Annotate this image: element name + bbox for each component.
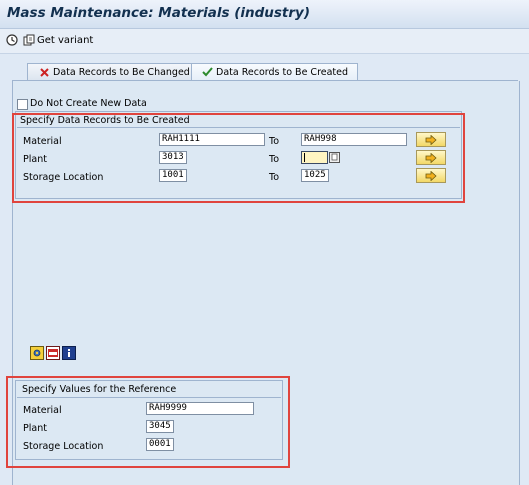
do-not-create-checkbox[interactable] bbox=[17, 99, 28, 110]
info-button[interactable] bbox=[62, 346, 76, 360]
highlight-box-reference bbox=[6, 376, 290, 468]
execute-clock-icon[interactable] bbox=[6, 34, 18, 46]
green-check-icon bbox=[202, 67, 213, 77]
settings-button[interactable] bbox=[30, 346, 44, 360]
info-icon bbox=[68, 349, 70, 357]
title-bar: Mass Maintenance: Materials (industry) bbox=[0, 0, 529, 29]
get-variant-icon[interactable] bbox=[23, 34, 35, 46]
tab-label-changed: Data Records to Be Changed bbox=[53, 67, 190, 78]
tab-data-records-to-be-created[interactable]: Data Records to Be Created bbox=[191, 63, 358, 81]
page-title: Mass Maintenance: Materials (industry) bbox=[7, 5, 311, 21]
get-variant-button[interactable]: Get variant bbox=[37, 35, 93, 46]
do-not-create-label: Do Not Create New Data bbox=[30, 98, 147, 109]
red-x-icon bbox=[40, 68, 49, 77]
application-toolbar: Get variant bbox=[0, 29, 529, 54]
tab-label-created: Data Records to Be Created bbox=[216, 67, 349, 78]
tab-data-records-to-be-changed[interactable]: Data Records to Be Changed bbox=[27, 63, 192, 81]
table-delete-icon bbox=[48, 349, 58, 357]
delete-button[interactable] bbox=[46, 346, 60, 360]
highlight-box-create bbox=[12, 113, 465, 203]
gear-icon bbox=[33, 349, 41, 357]
